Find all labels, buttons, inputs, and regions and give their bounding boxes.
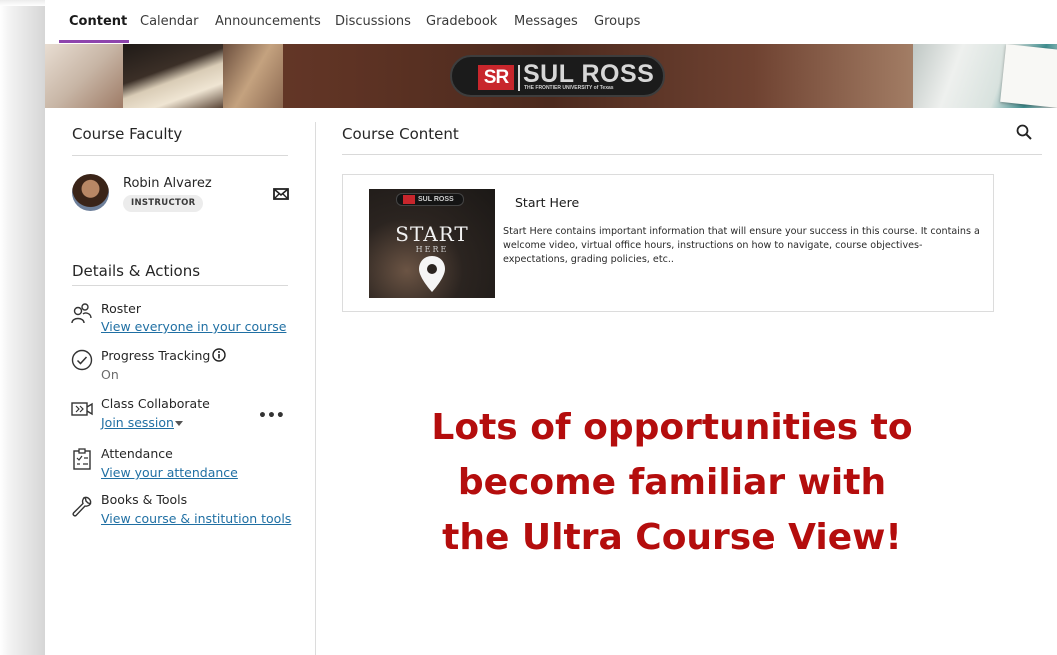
banner-photo [223, 44, 283, 108]
wrench-icon [72, 496, 92, 517]
content-item-title[interactable]: Start Here [515, 195, 579, 210]
logo-divider [518, 65, 520, 91]
tab-announcements[interactable]: Announcements [215, 14, 321, 29]
banner-photo [45, 44, 123, 108]
mail-icon[interactable] [273, 188, 289, 200]
chevron-down-icon[interactable] [175, 421, 183, 426]
location-pin-icon [419, 256, 445, 292]
logo-tagline: THE FRONTIER UNIVERSITY of Texas [524, 85, 614, 91]
attendance-link[interactable]: View your attendance [101, 465, 238, 480]
roster-icon [71, 303, 92, 324]
join-session-link[interactable]: Join session [101, 415, 174, 430]
roster-link[interactable]: View everyone in your course [101, 319, 286, 334]
details-actions-heading: Details & Actions [72, 262, 201, 280]
thumbnail-logo: SUL ROSS [396, 193, 464, 206]
logo-mark [403, 195, 415, 204]
promo-message: Lots of opportunities to become familiar… [342, 400, 1002, 565]
roster-title: Roster [101, 301, 142, 316]
thumbnail-subtitle: HERE [415, 245, 449, 254]
course-banner: SR SUL ROSS THE FRONTIER UNIVERSITY of T… [45, 44, 1057, 108]
tab-gradebook[interactable]: Gradebook [426, 14, 497, 29]
tab-content[interactable]: Content [69, 14, 127, 29]
tab-messages[interactable]: Messages [514, 14, 578, 29]
faculty-name[interactable]: Robin Alvarez [123, 176, 212, 191]
tab-groups[interactable]: Groups [594, 14, 640, 29]
progress-tracking-status: On [101, 367, 119, 382]
thumbnail-title: START [395, 222, 469, 246]
content-item-card[interactable]: SUL ROSS START HERE Start Here Start Her… [342, 174, 994, 312]
divider [72, 155, 288, 156]
progress-tracking-title: Progress Tracking [101, 348, 211, 363]
active-tab-indicator [59, 40, 129, 43]
divider [72, 285, 288, 286]
banner-paper [1000, 44, 1057, 108]
divider [342, 154, 1042, 155]
course-faculty-heading: Course Faculty [72, 125, 183, 143]
attendance-icon [73, 448, 91, 470]
search-icon[interactable] [1016, 124, 1032, 140]
tab-calendar[interactable]: Calendar [140, 14, 198, 29]
university-logo: SR SUL ROSS THE FRONTIER UNIVERSITY of T… [450, 55, 665, 97]
collaborate-icon [71, 402, 93, 416]
banner-photo-book [123, 44, 223, 108]
tab-discussions[interactable]: Discussions [335, 14, 411, 29]
course-app: Content Calendar Announcements Discussio… [45, 0, 1057, 655]
content-item-description: Start Here contains important informatio… [503, 226, 980, 265]
class-collaborate-title: Class Collaborate [101, 396, 210, 411]
more-options-icon[interactable]: ••• [258, 408, 285, 424]
promo-line: become familiar with [457, 462, 887, 503]
logo-mark: SR [478, 65, 514, 90]
course-content-heading: Course Content [342, 125, 459, 143]
promo-line: the Ultra Course View! [442, 517, 902, 558]
left-shadow-strip [0, 0, 45, 655]
attendance-title: Attendance [101, 446, 173, 461]
books-tools-link[interactable]: View course & institution tools [101, 511, 291, 526]
course-nav: Content Calendar Announcements Discussio… [45, 0, 1057, 44]
left-panel: Course Faculty Robin Alvarez INSTRUCTOR … [45, 108, 315, 655]
thumbnail-logo-text: SUL ROSS [418, 196, 454, 203]
books-tools-title: Books & Tools [101, 492, 188, 507]
role-badge: INSTRUCTOR [123, 195, 204, 212]
info-icon[interactable] [212, 348, 226, 362]
progress-check-icon [71, 349, 93, 371]
promo-line: Lots of opportunities to [431, 407, 913, 448]
panel-divider [315, 122, 316, 655]
avatar[interactable] [72, 174, 109, 211]
start-here-thumbnail[interactable]: SUL ROSS START HERE [369, 189, 495, 298]
